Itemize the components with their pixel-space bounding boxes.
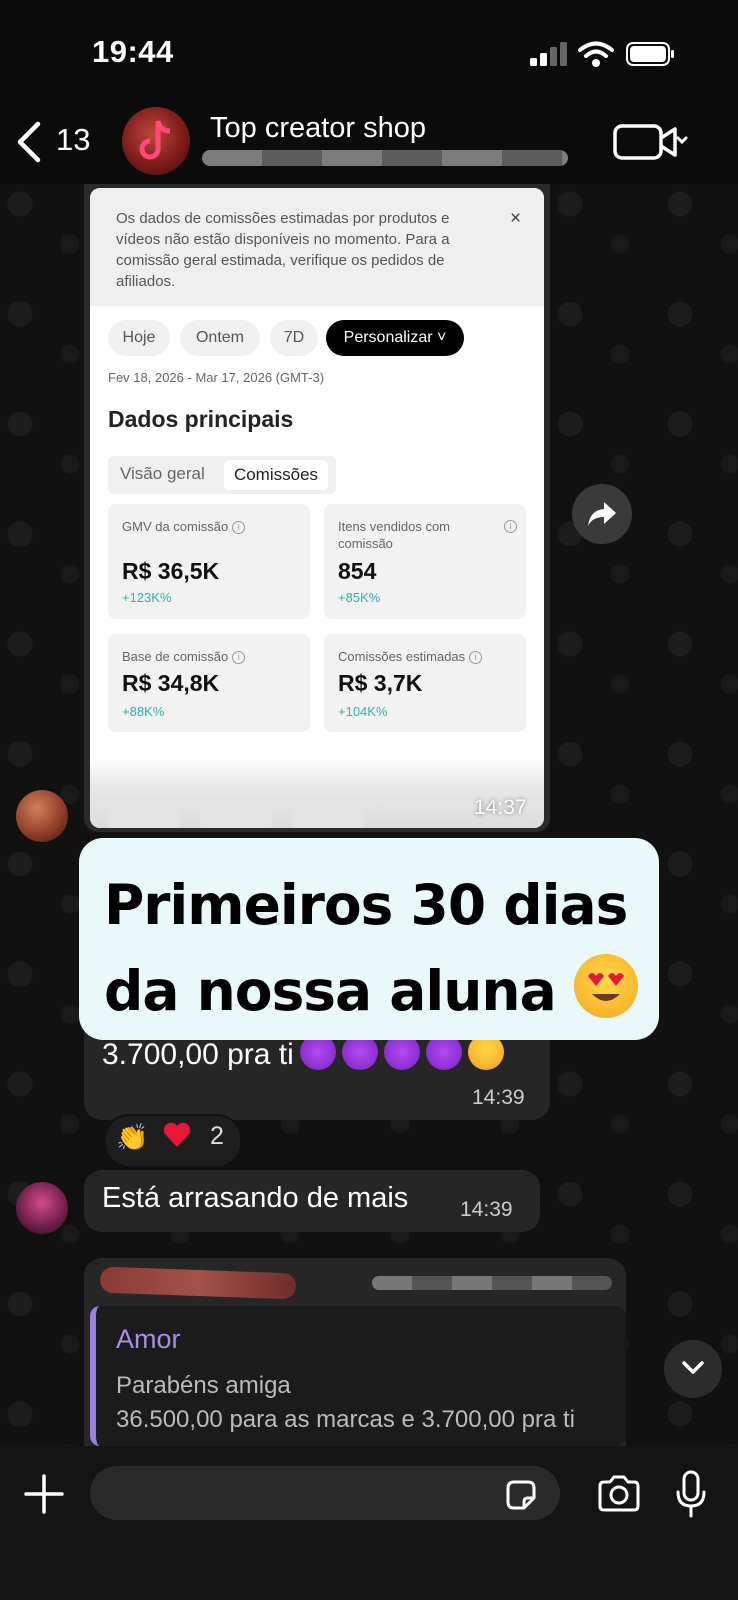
chip-7d: 7D [270, 320, 318, 356]
metric-value: R$ 36,5K [122, 558, 220, 584]
chat-title[interactable]: Top creator shop [210, 112, 426, 145]
placeholder-tab [200, 800, 272, 828]
sender-avatar[interactable] [16, 790, 68, 842]
camera-icon[interactable] [596, 1474, 642, 1514]
metric-change: +123K% [122, 590, 172, 605]
microphone-icon[interactable] [674, 1470, 708, 1518]
info-icon: i [232, 651, 246, 665]
reaction-count: 2 [210, 1122, 224, 1150]
metric-card: Base de comissão i R$ 34,8K +88K% [108, 634, 310, 732]
status-time: 19:44 [92, 34, 174, 69]
message-text: Está arrasando de mais [102, 1182, 409, 1214]
date-range: Fev 18, 2026 - Mar 17, 2026 (GMT-3) [108, 370, 325, 385]
members-redacted [202, 150, 568, 166]
chip-personalizar: Personalizar ˅ [326, 320, 464, 356]
metric-change: +85K% [338, 590, 381, 605]
metric-label: Base de comissão [122, 649, 229, 664]
caption-text: Primeiros 30 dias da nossa aluna [104, 862, 654, 1034]
scroll-down-button[interactable] [664, 1340, 722, 1398]
unread-count[interactable]: 13 [56, 122, 90, 158]
caption-line-2: da nossa aluna [104, 959, 557, 1023]
metric-card: Itens vendidos com comissão i 854 +85K% [324, 504, 526, 619]
close-icon: × [510, 208, 522, 229]
signal-icon [530, 42, 567, 66]
metric-change: +88K% [122, 704, 165, 719]
metric-label: GMV da comissão [122, 519, 229, 534]
red-heart-icon [163, 1122, 191, 1147]
section-title: Dados principais [108, 406, 294, 432]
chevron-left-icon[interactable] [14, 120, 44, 164]
info-icon: i [469, 651, 483, 665]
segment-comissoes: Comissões [224, 460, 328, 490]
message-time: 14:37 [474, 796, 527, 819]
message-input[interactable] [90, 1466, 560, 1520]
metric-value: 854 [338, 558, 377, 584]
image-message[interactable]: Os dados de comissões estimadas por prod… [84, 184, 550, 832]
tiktok-logo-icon [139, 120, 171, 160]
metric-change: +104K% [338, 704, 388, 719]
metric-value: R$ 34,8K [122, 670, 220, 696]
clapping-hands-icon: 👏 [116, 1122, 149, 1152]
metric-label: Comissões estimadas [338, 649, 466, 664]
wifi-icon [578, 41, 614, 67]
quoted-text: Parabéns amiga [116, 1372, 291, 1399]
metric-label: Itens vendidos com comissão [338, 519, 451, 551]
segment-visao-geral: Visão geral [120, 464, 205, 483]
chevron-down-icon [682, 1361, 704, 1374]
battery-icon [626, 42, 674, 66]
quoted-text: 36.500,00 para as marcas e 3.700,00 pra … [116, 1406, 575, 1433]
info-icon: i [504, 520, 517, 533]
phone-redacted [372, 1276, 612, 1290]
info-icon: i [232, 521, 246, 535]
sticker-icon[interactable] [504, 1478, 538, 1512]
chip-ontem: Ontem [180, 320, 260, 356]
sender-avatar[interactable] [16, 1182, 68, 1234]
group-avatar[interactable] [122, 107, 190, 175]
heart-eyes-emoji-icon [573, 954, 638, 1018]
message-time: 14:39 [460, 1198, 513, 1221]
notice-text: Os dados de comissões estimadas por prod… [116, 210, 450, 290]
forward-icon [588, 502, 616, 526]
quoted-author: Amor [116, 1324, 181, 1354]
shared-screenshot: Os dados de comissões estimadas por prod… [90, 188, 544, 828]
message-text-content: 3.700,00 pra ti [102, 1038, 294, 1071]
chip-hoje: Hoje [108, 320, 170, 356]
caption-line-1: Primeiros 30 dias [104, 873, 628, 937]
plus-icon[interactable] [22, 1472, 66, 1516]
metric-value: R$ 3,7K [338, 670, 423, 696]
metric-card: Comissões estimadas i R$ 3,7K +104K% [324, 634, 526, 732]
video-call-icon[interactable] [612, 122, 688, 162]
forward-button[interactable] [572, 484, 632, 544]
metric-card: GMV da comissão i R$ 36,5K +123K% [108, 504, 310, 619]
placeholder-tab [108, 800, 180, 828]
message-time: 14:39 [472, 1086, 525, 1109]
caption-line: da nossa aluna [104, 948, 654, 1034]
placeholder-tab [292, 800, 364, 828]
